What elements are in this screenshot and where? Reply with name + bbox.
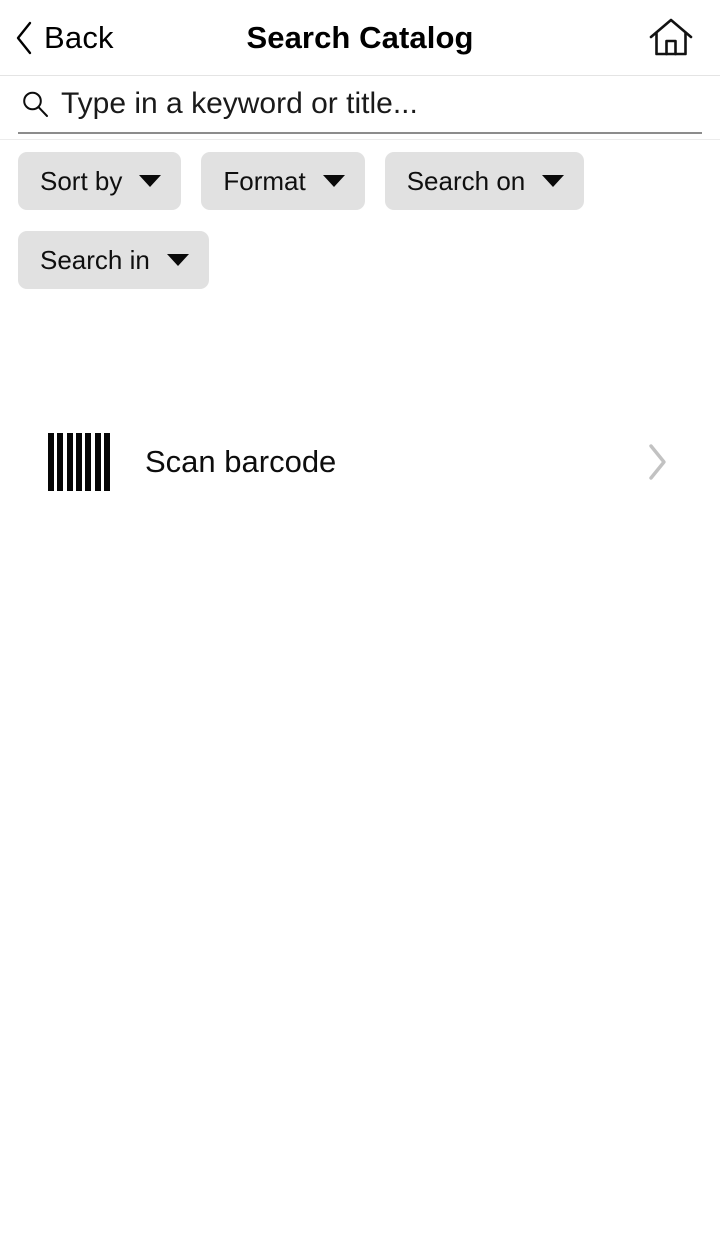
filter-chip-label: Search on xyxy=(406,166,526,196)
app-header: Back Search Catalog xyxy=(0,0,720,76)
filter-chip-search-on[interactable]: Search on xyxy=(384,152,585,210)
chevron-right-icon xyxy=(649,443,666,480)
search-icon xyxy=(23,91,48,117)
chevron-left-icon xyxy=(16,21,32,54)
filter-chip-sort-by[interactable]: Sort by xyxy=(18,152,182,210)
search-field-row[interactable] xyxy=(18,76,702,134)
search-area xyxy=(0,76,720,139)
filter-chip-group: Sort by Format Search on Search in xyxy=(0,140,720,289)
chevron-down-icon xyxy=(166,254,189,266)
home-icon xyxy=(649,18,693,55)
chevron-down-icon xyxy=(322,175,345,187)
filter-chip-search-in[interactable]: Search in xyxy=(18,231,209,289)
scan-barcode-label: Scan barcode xyxy=(145,444,337,479)
search-input[interactable] xyxy=(61,83,702,125)
filter-chip-label: Search in xyxy=(40,245,150,275)
filter-chip-label: Format xyxy=(223,166,306,196)
back-button[interactable]: Back xyxy=(8,0,124,75)
filter-chip-label: Sort by xyxy=(40,166,123,196)
chevron-down-icon xyxy=(139,175,162,187)
filter-chip-format[interactable]: Format xyxy=(201,152,365,210)
back-label: Back xyxy=(44,20,114,55)
chevron-down-icon xyxy=(542,175,565,187)
search-catalog-screen: Back Search Catalog Sort by Fo xyxy=(0,0,720,1245)
scan-barcode-row[interactable]: Scan barcode xyxy=(0,419,720,504)
home-button[interactable] xyxy=(640,0,702,75)
barcode-icon xyxy=(48,432,110,491)
